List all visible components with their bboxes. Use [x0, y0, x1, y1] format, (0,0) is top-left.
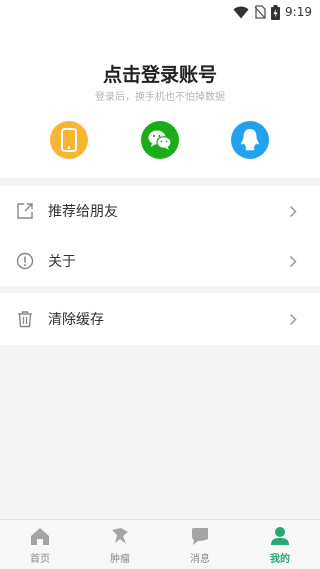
tab-messages[interactable]: 消息: [160, 520, 240, 569]
menu-label-recommend: 推荐给朋友: [48, 204, 118, 220]
chevron-right-icon: [288, 204, 298, 218]
chevron-right-icon: [288, 254, 298, 268]
phone-login-button[interactable]: [50, 121, 88, 159]
tab-label-home: 首页: [30, 554, 50, 565]
qq-icon: [241, 129, 259, 151]
tab-mine[interactable]: 我的: [240, 520, 320, 569]
home-icon: [30, 526, 50, 546]
login-title[interactable]: 点击登录账号: [0, 60, 320, 87]
wifi-icon: [233, 6, 249, 18]
qq-login-button[interactable]: [231, 121, 269, 159]
wechat-icon: [148, 130, 172, 150]
info-icon: [16, 252, 34, 270]
message-icon: [190, 526, 210, 546]
login-header[interactable]: 点击登录账号 登录后，换手机也不怕掉数据: [0, 24, 320, 178]
status-icons: 9:19: [233, 4, 312, 20]
tab-label-mine: 我的: [270, 554, 290, 565]
no-sim-icon: [254, 5, 266, 19]
tab-label-messages: 消息: [190, 554, 210, 565]
menu-group-secondary: 清除缓存: [0, 293, 320, 345]
tab-home[interactable]: 首页: [0, 520, 80, 569]
menu-group-primary: 推荐给朋友 关于: [0, 186, 320, 286]
menu-label-clear-cache: 清除缓存: [48, 312, 104, 328]
profile-icon: [270, 526, 290, 546]
menu-label-about: 关于: [48, 254, 76, 270]
battery-charging-icon: [271, 4, 281, 20]
tab-tumor[interactable]: 肿瘤: [80, 520, 160, 569]
status-bar: 9:19: [0, 0, 320, 24]
chevron-right-icon: [288, 312, 298, 326]
phone-icon: [61, 128, 77, 152]
menu-item-about[interactable]: 关于: [0, 236, 320, 286]
tab-label-tumor: 肿瘤: [110, 554, 130, 565]
trash-icon: [16, 310, 34, 328]
login-subtitle: 登录后，换手机也不怕掉数据: [95, 92, 225, 103]
wechat-login-button[interactable]: [141, 121, 179, 159]
menu-item-clear-cache[interactable]: 清除缓存: [0, 294, 320, 344]
ribbon-icon: [110, 526, 130, 546]
share-icon: [16, 202, 34, 220]
menu-item-recommend[interactable]: 推荐给朋友: [0, 186, 320, 236]
bottom-tab-bar: 首页 肿瘤 消息 我的: [0, 519, 320, 569]
status-time: 9:19: [285, 5, 312, 19]
